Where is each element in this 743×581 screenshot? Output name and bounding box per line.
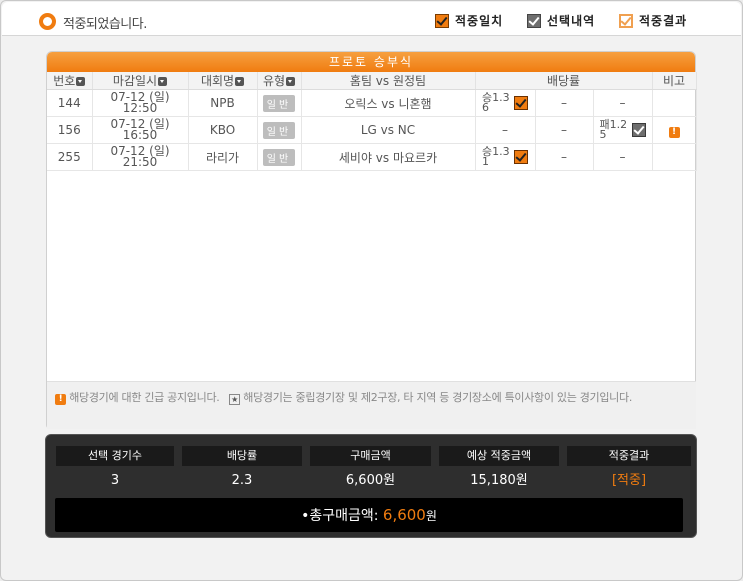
row-match: 세비야 vs 마요르카	[301, 143, 476, 171]
summary-header-result: 적중결과	[567, 446, 691, 466]
checkbox-orange-icon	[514, 150, 528, 164]
type-badge: 일반	[262, 148, 296, 166]
summary-header-expected: 예상 적중금액	[439, 446, 559, 466]
odds-win-cell[interactable]: –	[475, 116, 536, 144]
checkbox-orange-icon	[514, 96, 528, 110]
col-header-odds: 배당률	[475, 72, 653, 90]
table-row: 144 07-12 (일) 12:50 NPB 일반 오릭스 vs 니혼햄 승1.…	[47, 89, 697, 117]
table-row: 255 07-12 (일) 21:50 라리가 일반 세비야 vs 마요르카 승1…	[47, 143, 697, 171]
sort-down-icon[interactable]	[76, 77, 86, 86]
odds-win: 승1.31	[482, 145, 510, 168]
total-unit: 원	[425, 509, 437, 523]
legend-label: 적중결과	[639, 14, 688, 28]
status-circle-icon	[39, 13, 56, 30]
odds-draw-cell[interactable]: –	[535, 116, 594, 144]
row-no: 156	[47, 116, 93, 144]
summary-value-expected: 15,180원	[470, 473, 528, 488]
summary-value-purchase: 6,600원	[345, 473, 396, 488]
notice-star-text: 해당경기는 중립경기장 및 제2구장, 타 지역 등 경기장소에 특이사항이 있…	[243, 391, 633, 404]
row-league: 라리가	[188, 143, 258, 171]
row-league: KBO	[188, 116, 258, 144]
odds-draw-cell[interactable]: –	[535, 143, 594, 171]
match-table: 번호 마감일시 대회명 유형 홈팀 vs 원정팀 배당률 비고 144 07-1…	[47, 72, 697, 171]
odds-draw-cell[interactable]: –	[535, 89, 594, 117]
row-deadline: 07-12 (일) 16:50	[92, 116, 189, 144]
window-frame: 적중되었습니다. 적중일치 선택내역 적중결과 프로토 승부식 번호 마감일시	[0, 0, 743, 581]
checkbox-gray-icon	[527, 13, 541, 28]
total-purchase-bar: •총구매금액: 6,600원	[55, 498, 683, 532]
summary-header-odds: 배당률	[182, 446, 302, 466]
row-note	[652, 89, 697, 117]
legend-result: 적중결과	[619, 12, 687, 29]
summary-value-games: 3	[110, 473, 120, 488]
alert-icon: !	[55, 394, 66, 405]
summary-value-odds: 2.3	[231, 473, 253, 488]
col-header-note: 비고	[652, 72, 697, 90]
odds-win-cell[interactable]: 승1.31	[475, 143, 536, 171]
summary-header-games: 선택 경기수	[56, 446, 174, 466]
row-type: 일반	[257, 143, 302, 171]
col-header-no[interactable]: 번호	[47, 72, 93, 90]
row-no: 255	[47, 143, 93, 171]
legend-match: 적중일치	[435, 12, 503, 29]
odds-lose: 패1.25	[599, 118, 628, 141]
row-deadline: 07-12 (일) 21:50	[92, 143, 189, 171]
col-header-match: 홈팀 vs 원정팀	[301, 72, 476, 90]
odds-win-cell[interactable]: 승1.36	[475, 89, 536, 117]
status-text: 적중되었습니다.	[63, 17, 147, 32]
summary-header-purchase: 구매금액	[310, 446, 431, 466]
row-no: 144	[47, 89, 93, 117]
row-league: NPB	[188, 89, 258, 117]
row-type: 일반	[257, 116, 302, 144]
legend-selection: 선택내역	[527, 12, 595, 29]
row-type: 일반	[257, 89, 302, 117]
odds-lose-cell[interactable]: –	[593, 89, 653, 117]
odds-lose-cell[interactable]: –	[593, 143, 653, 171]
row-note	[652, 143, 697, 171]
star-icon: ★	[229, 394, 241, 405]
odds-lose-cell[interactable]: 패1.25	[593, 116, 653, 144]
summary-panel: 선택 경기수 배당률 구매금액 예상 적중금액 적중결과 3 2.3 6,600…	[45, 434, 697, 538]
bet-slip-panel: 프로토 승부식 번호 마감일시 대회명 유형 홈팀 vs 원정팀 배당률 비고	[46, 51, 697, 429]
notice-area: ! 해당경기에 대한 긴급 공지입니다. ★ 해당경기는 중립경기장 및 제2구…	[47, 381, 696, 429]
legend-label: 적중일치	[455, 14, 504, 28]
col-header-league[interactable]: 대회명	[188, 72, 258, 90]
row-note: !	[652, 116, 697, 144]
notice-alert-text: 해당경기에 대한 긴급 공지입니다.	[69, 391, 220, 404]
odds-win: 승1.36	[482, 91, 510, 114]
alert-icon[interactable]: !	[668, 126, 680, 138]
total-amount: 6,600	[382, 506, 426, 524]
legend-label: 선택내역	[547, 14, 596, 28]
summary-value-result: [적중]	[611, 473, 647, 488]
type-badge: 일반	[262, 94, 296, 112]
checkbox-orange-icon	[435, 13, 449, 28]
table-header-row: 번호 마감일시 대회명 유형 홈팀 vs 원정팀 배당률 비고	[47, 72, 697, 90]
col-header-deadline[interactable]: 마감일시	[92, 72, 189, 90]
row-match: LG vs NC	[301, 116, 476, 144]
col-header-type[interactable]: 유형	[257, 72, 302, 90]
sort-down-icon[interactable]	[158, 77, 168, 86]
total-label: •총구매금액:	[301, 508, 379, 524]
checkbox-gray-icon	[631, 123, 646, 137]
row-deadline: 07-12 (일) 12:50	[92, 89, 189, 117]
panel-title: 프로토 승부식	[47, 52, 695, 72]
checkbox-outline-icon	[619, 13, 633, 28]
sort-down-icon[interactable]	[286, 77, 296, 86]
type-badge: 일반	[262, 121, 296, 139]
result-header: 적중되었습니다. 적중일치 선택내역 적중결과	[2, 2, 741, 36]
row-match: 오릭스 vs 니혼햄	[301, 89, 476, 117]
sort-down-icon[interactable]	[235, 77, 245, 86]
table-row: 156 07-12 (일) 16:50 KBO 일반 LG vs NC – – 패…	[47, 116, 697, 144]
